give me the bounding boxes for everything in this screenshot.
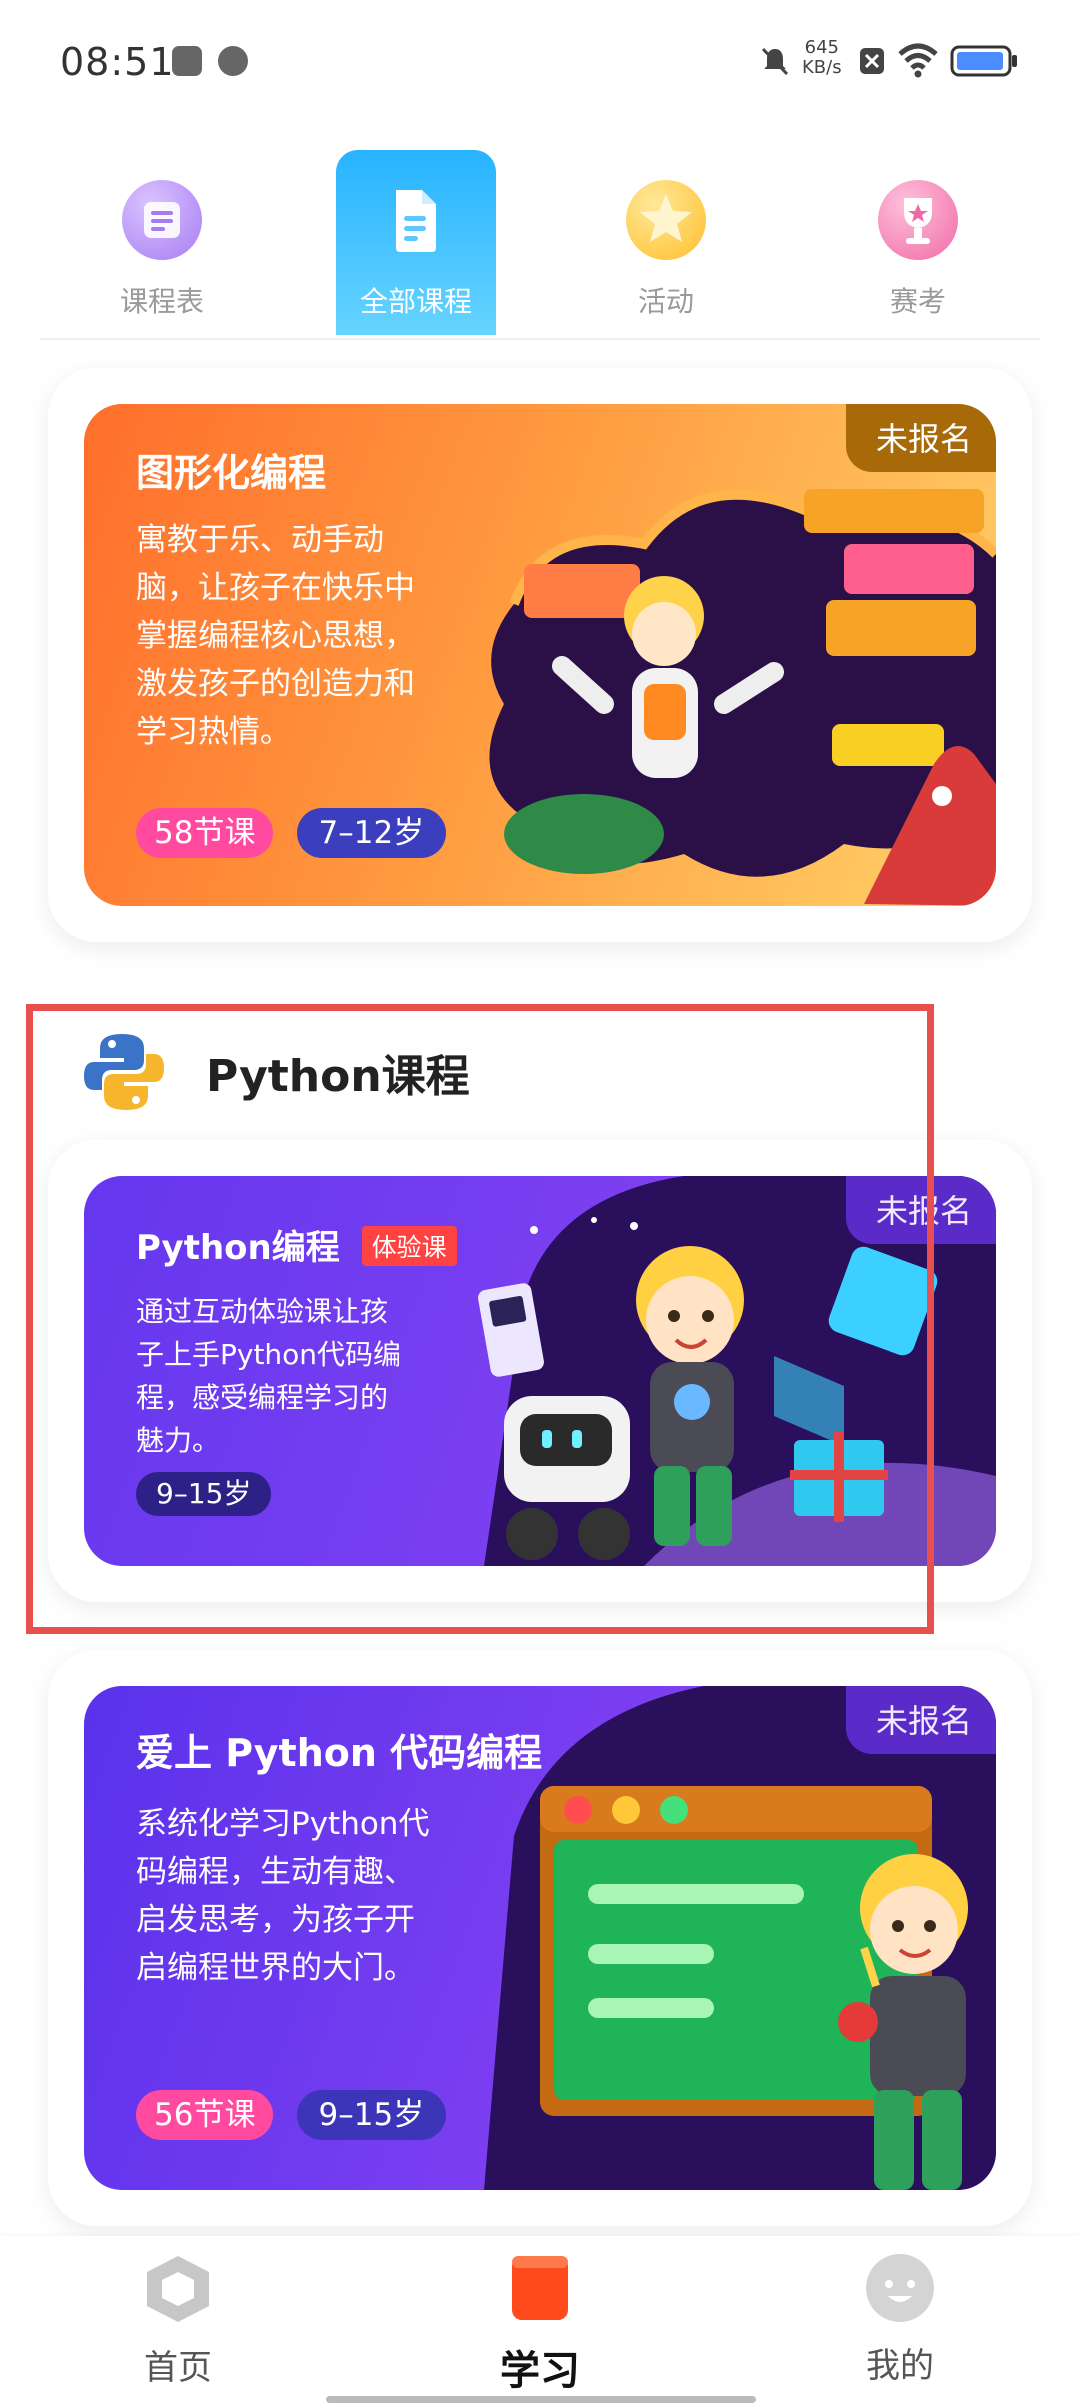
tab-competition-label: 赛考 [889, 285, 946, 318]
tab-schedule[interactable]: 课程表 [82, 150, 242, 335]
course-description: 寓教于乐、动手动 脑，让孩子在快乐中 掌握编程核心思想， 激发孩子的创造力和 学… [136, 516, 415, 756]
tab-competition[interactable]: 赛考 [838, 150, 998, 335]
desc-line: 启编程世界的大门。 [136, 1950, 415, 1986]
hexagon-home-icon [147, 2256, 209, 2322]
desc-line: 寓教于乐、动手动 [136, 522, 384, 558]
lessons-tag: 58节课 [136, 808, 274, 858]
enroll-status-badge: 未报名 [845, 1686, 996, 1754]
net-speed: 645 KB/s [802, 38, 842, 78]
desc-line: 激发孩子的创造力和 [136, 666, 415, 702]
age-tag: 9–15岁 [296, 2090, 447, 2140]
smiley-avatar-icon [866, 2254, 934, 2322]
course-card-graphical[interactable]: 未报名 图形化编程 寓教于乐、动手动 脑，让孩子在快乐中 掌握编程核心思想， 激… [48, 368, 1032, 942]
course-title: 图形化编程 [136, 451, 327, 495]
desc-line: 学习热情。 [136, 714, 291, 750]
enroll-status-badge: 未报名 [845, 404, 996, 472]
lessons-tag: 56节课 [136, 2090, 274, 2140]
desc-line: 启发思考，为孩子开 [136, 1902, 415, 1938]
bottom-nav: 首页 学习 我的 [0, 2236, 1080, 2408]
gesture-home-indicator[interactable] [326, 2396, 756, 2403]
nav-mine[interactable]: 我的 [800, 2252, 1000, 2387]
status-bar: 08:51 645 KB/s [0, 0, 1080, 128]
course-tags: 58节课 7–12岁 [136, 808, 464, 858]
highlight-box [26, 1004, 934, 1634]
book-icon [512, 2256, 568, 2320]
desc-line: 系统化学习Python代 [136, 1806, 430, 1842]
wifi-icon [898, 43, 938, 78]
course-card-python-full[interactable]: 未报名 爱上 Python 代码编程 系统化学习Python代 码编程，生动有趣… [48, 1650, 1032, 2226]
status-time: 08:51 [60, 40, 175, 84]
nav-study[interactable]: 学习 [440, 2252, 640, 2396]
tab-schedule-label: 课程表 [119, 285, 204, 318]
upload-icon [218, 46, 248, 76]
schedule-icon [122, 180, 202, 260]
tab-all-courses[interactable]: 全部课程 [336, 150, 496, 335]
course-title: 爱上 Python 代码编程 [136, 1731, 543, 1775]
course-tags: 56节课 9–15岁 [136, 2090, 464, 2140]
course-banner: 未报名 图形化编程 寓教于乐、动手动 脑，让孩子在快乐中 掌握编程核心思想， 激… [84, 404, 996, 906]
net-speed-unit: KB/s [802, 57, 842, 78]
nav-mine-label: 我的 [866, 2346, 934, 2386]
battery-icon [950, 45, 1017, 77]
star-icon [626, 180, 706, 260]
tab-divider [40, 338, 1040, 340]
app-screen: 08:51 645 KB/s 课程表 全部课程 活动 赛考 未报名 图形化编程 … [0, 0, 1080, 2408]
net-speed-value: 645 [804, 37, 839, 58]
tab-activity[interactable]: 活动 [586, 150, 746, 335]
sim-off-icon [860, 48, 884, 74]
trophy-icon [878, 180, 958, 260]
course-banner: 未报名 爱上 Python 代码编程 系统化学习Python代 码编程，生动有趣… [84, 1686, 996, 2190]
course-description: 系统化学习Python代 码编程，生动有趣、 启发思考，为孩子开 启编程世界的大… [136, 1800, 429, 1992]
save-icon [172, 46, 202, 76]
age-tag: 7–12岁 [296, 808, 447, 858]
tab-activity-label: 活动 [637, 285, 694, 318]
nav-home[interactable]: 首页 [78, 2252, 278, 2389]
desc-line: 脑，让孩子在快乐中 [136, 570, 415, 606]
nav-home-label: 首页 [144, 2348, 212, 2388]
top-tab-bar: 课程表 全部课程 活动 赛考 [0, 150, 1080, 340]
mute-icon [761, 47, 789, 76]
document-icon [376, 180, 456, 260]
tab-all-courses-label: 全部课程 [359, 285, 472, 318]
desc-line: 掌握编程核心思想， [136, 618, 415, 654]
nav-study-label: 学习 [500, 2348, 580, 2394]
desc-line: 码编程，生动有趣、 [136, 1854, 415, 1890]
